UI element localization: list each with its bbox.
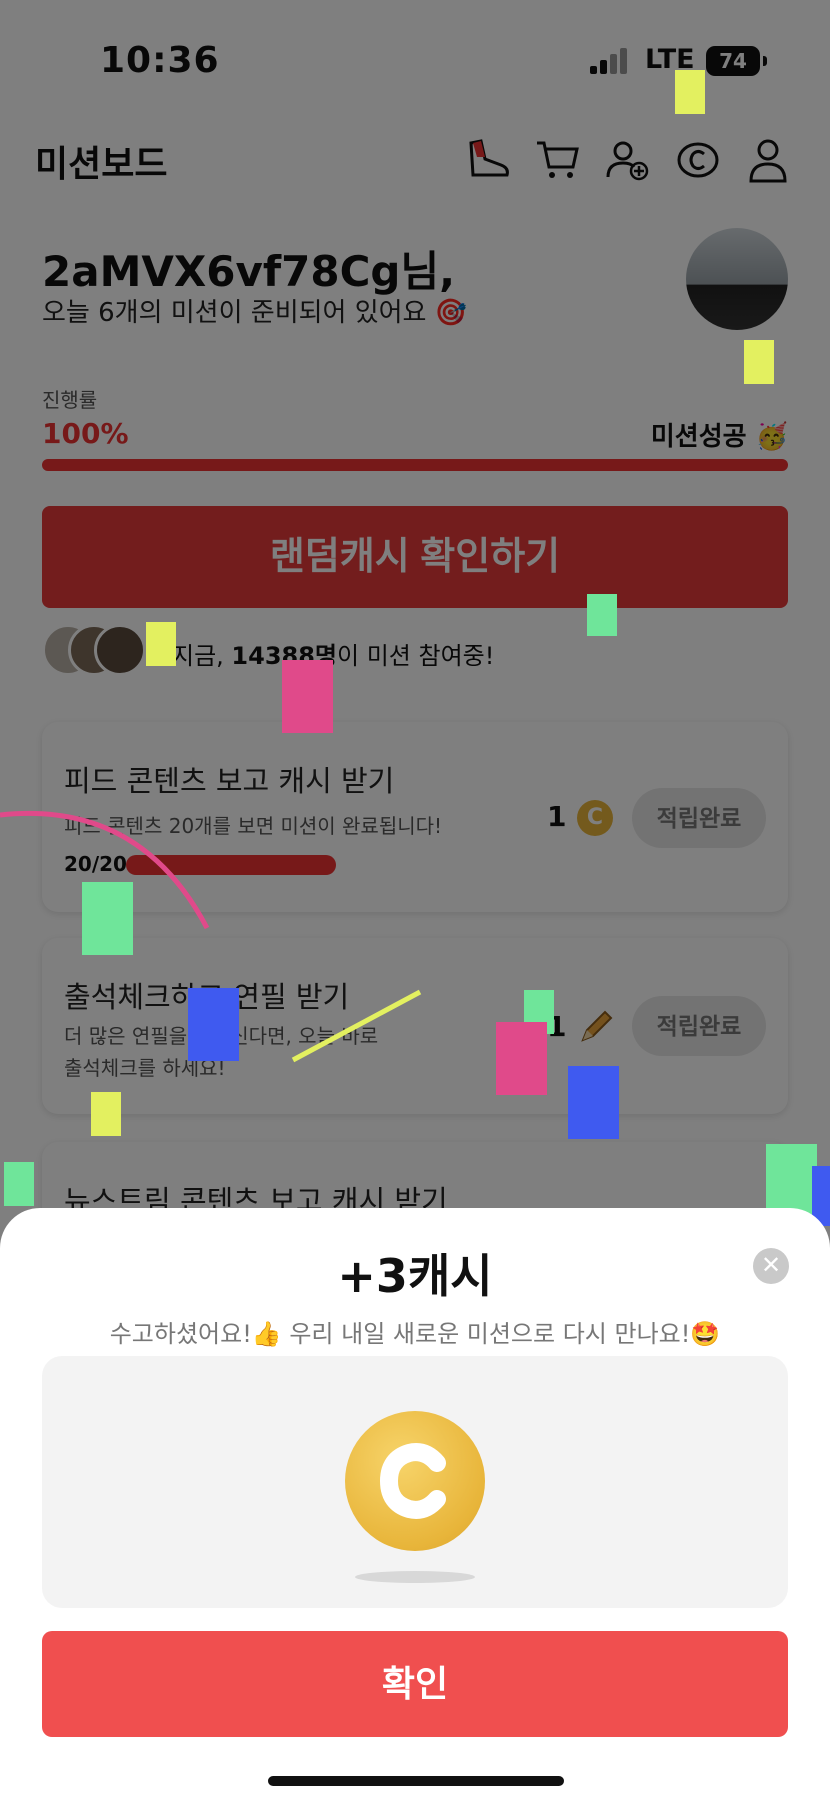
coin-shadow	[355, 1571, 475, 1583]
coin-icon	[345, 1411, 485, 1551]
close-icon[interactable]: ✕	[753, 1248, 789, 1284]
reward-subtitle: 수고하셨어요!👍 우리 내일 새로운 미션으로 다시 만나요!🤩	[109, 1320, 721, 1348]
home-indicator	[268, 1776, 564, 1786]
reward-title: +3캐시	[337, 1249, 493, 1303]
reward-sheet: +3캐시 ✕ 수고하셨어요!👍 우리 내일 새로운 미션으로 다시 만나요!🤩 …	[0, 1208, 830, 1799]
coin-panel	[42, 1356, 788, 1608]
confirm-button[interactable]: 확인	[42, 1631, 788, 1737]
